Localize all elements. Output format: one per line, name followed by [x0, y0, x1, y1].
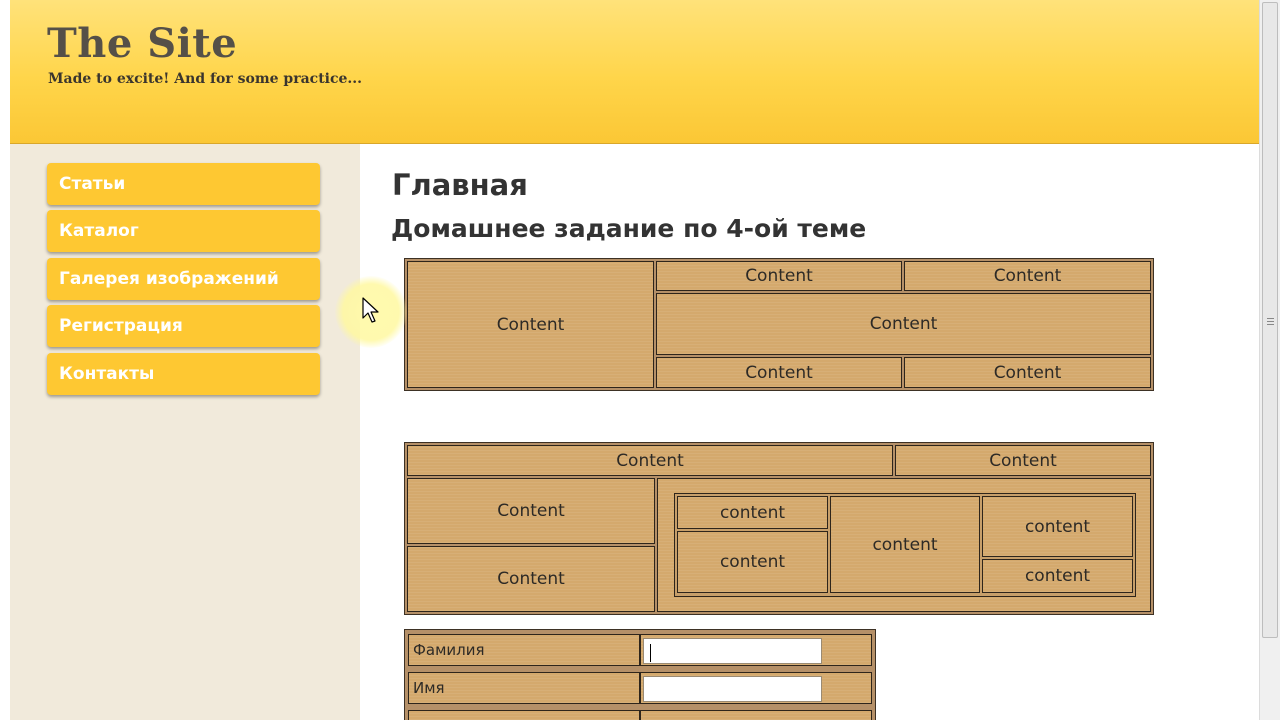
table-cell-nested-container: content content content content content — [657, 478, 1151, 612]
registration-form-table: Фамилия Имя — [404, 629, 876, 720]
main-content: Главная Домашнее задание по 4-ой теме Co… — [360, 144, 1259, 720]
table-cell: Content — [407, 478, 655, 544]
page-title: Главная — [392, 168, 528, 202]
table-cell: Content — [407, 445, 893, 476]
table-cell: Content — [656, 261, 902, 291]
nested-cell: content — [982, 559, 1133, 593]
site-header: The Site Made to excite! And for some pr… — [10, 0, 1259, 144]
browser-viewport: The Site Made to excite! And for some pr… — [0, 0, 1259, 720]
nav-item-registration[interactable]: Регистрация — [47, 305, 320, 347]
form-label-name: Имя — [408, 672, 640, 704]
nested-cell: content — [677, 496, 828, 529]
scrollbar-grip-icon — [1267, 316, 1274, 325]
nested-cell: content — [677, 531, 828, 593]
table-cell: Content — [895, 445, 1151, 476]
nested-cell: content — [982, 496, 1133, 557]
form-cell-name — [640, 672, 872, 704]
form-cell-surname — [640, 634, 872, 666]
page-subtitle: Домашнее задание по 4-ой теме — [391, 214, 867, 243]
layout-table-1: Content Content Content Content Content … — [404, 258, 1154, 391]
table-cell: Content — [904, 357, 1151, 388]
name-input[interactable] — [643, 676, 822, 702]
mouse-pointer-icon — [362, 297, 379, 323]
layout-table-2: Content Content Content Content content … — [404, 442, 1154, 615]
site-title[interactable]: The Site — [47, 20, 237, 67]
nested-table: content content content content content — [674, 493, 1136, 597]
nav-item-catalog[interactable]: Каталог — [47, 210, 320, 252]
scrollbar-thumb[interactable] — [1262, 2, 1278, 638]
nav-item-articles[interactable]: Статьи — [47, 163, 320, 205]
text-caret — [650, 644, 651, 662]
table-cell: Content — [656, 293, 1151, 355]
form-row-partial — [408, 710, 640, 720]
surname-input[interactable] — [643, 638, 822, 664]
form-label-surname: Фамилия — [408, 634, 640, 666]
site-slogan: Made to excite! And for some practice... — [48, 71, 363, 87]
table-cell: Content — [407, 546, 655, 612]
table-cell: Content — [904, 261, 1151, 291]
nested-cell: content — [830, 496, 980, 593]
vertical-scrollbar[interactable] — [1259, 0, 1280, 720]
table-cell: Content — [656, 357, 902, 388]
sidebar: Статьи Каталог Галерея изображений Регис… — [10, 144, 360, 720]
form-row-partial — [640, 710, 872, 720]
nav-item-contacts[interactable]: Контакты — [47, 353, 320, 395]
left-gutter — [0, 0, 10, 720]
table-cell: Content — [407, 261, 654, 388]
nav-item-gallery[interactable]: Галерея изображений — [47, 258, 320, 300]
